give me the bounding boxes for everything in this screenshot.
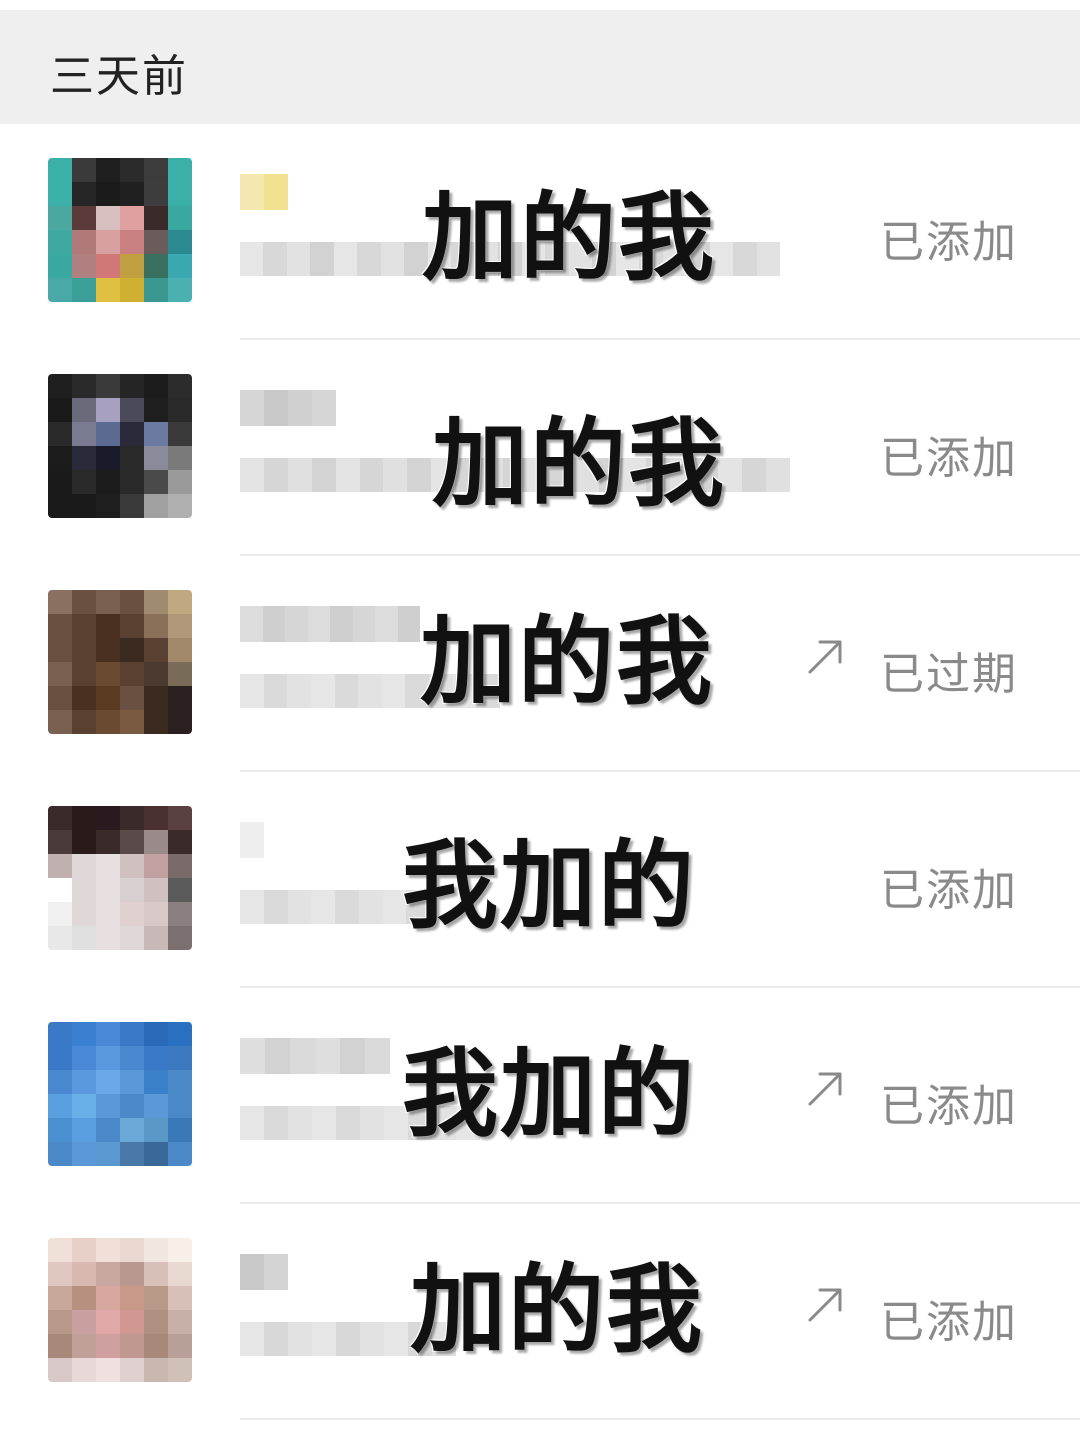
blurred-name <box>240 822 264 858</box>
outgoing-arrow-icon <box>808 1288 842 1322</box>
blurred-name <box>240 606 420 642</box>
section-header: 三天前 <box>0 10 1080 124</box>
outgoing-arrow-icon <box>808 1072 842 1106</box>
avatar[interactable] <box>48 1238 192 1382</box>
overlay-annotation: 加的我 <box>410 1254 704 1366</box>
list-item[interactable]: 加的我 已添加 <box>0 340 1080 556</box>
overlay-annotation: 加的我 <box>432 408 726 520</box>
section-title: 三天前 <box>50 51 188 102</box>
friend-request-list: 加的我 已添加 加的我 已添加 加的我 已过期 我加的 已添加 我加的 已添加 加的我 已添加 <box>0 124 1080 1420</box>
overlay-annotation: 我加的 <box>402 1038 696 1150</box>
list-item[interactable]: 我加的 已添加 <box>0 988 1080 1204</box>
status-label: 已添加 <box>880 1297 1018 1348</box>
avatar[interactable] <box>48 806 192 950</box>
overlay-annotation: 加的我 <box>420 606 714 718</box>
status-label: 已添加 <box>880 217 1018 268</box>
avatar[interactable] <box>48 158 192 302</box>
overlay-annotation: 加的我 <box>422 182 716 294</box>
avatar[interactable] <box>48 1022 192 1166</box>
outgoing-arrow-icon <box>808 640 842 674</box>
list-item[interactable]: 我加的 已添加 <box>0 772 1080 988</box>
status-label: 已添加 <box>880 865 1018 916</box>
list-item[interactable]: 加的我 已过期 <box>0 556 1080 772</box>
avatar[interactable] <box>48 374 192 518</box>
status-label: 已添加 <box>880 1081 1018 1132</box>
blurred-name <box>240 390 336 426</box>
avatar[interactable] <box>48 590 192 734</box>
blurred-name <box>240 1254 288 1290</box>
status-label: 已过期 <box>880 649 1018 700</box>
status-label: 已添加 <box>880 433 1018 484</box>
blurred-name <box>240 1038 390 1074</box>
list-item[interactable]: 加的我 已添加 <box>0 1204 1080 1420</box>
overlay-annotation: 我加的 <box>402 830 696 942</box>
list-item[interactable]: 加的我 已添加 <box>0 124 1080 340</box>
row-divider <box>240 1418 1080 1420</box>
blurred-name <box>240 174 288 210</box>
